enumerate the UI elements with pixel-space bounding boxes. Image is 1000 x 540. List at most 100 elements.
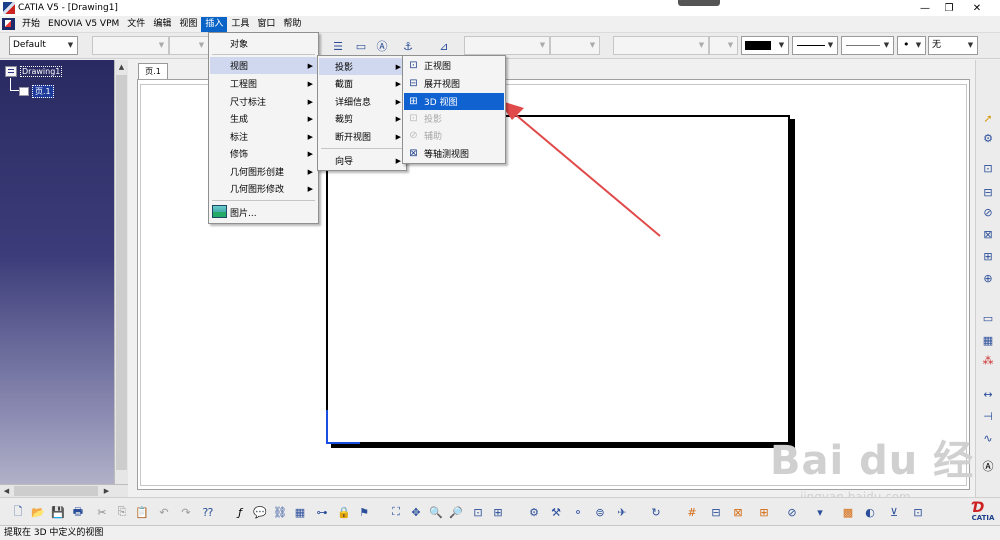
normal-view-icon[interactable]: ⊡: [470, 504, 486, 520]
comment-icon[interactable]: 💬: [252, 504, 268, 520]
balloon-icon[interactable]: ⚬: [570, 504, 586, 520]
grid-table-icon[interactable]: ▦: [292, 504, 308, 520]
menu-item-geometry-modification[interactable]: 几何图形修改 ▶: [210, 180, 317, 197]
view-wizard-icon[interactable]: ⊕: [980, 270, 996, 286]
dimension-icon[interactable]: ↔: [980, 386, 996, 402]
linetype-combo[interactable]: ▼: [792, 36, 838, 55]
menu-item-unfolded-view[interactable]: ⊟ 展开视图: [404, 75, 504, 92]
save-icon[interactable]: 💾: [50, 504, 66, 520]
hide-show-icon[interactable]: ◐: [862, 504, 878, 520]
detection-icon[interactable]: ⊞: [756, 504, 772, 520]
new-file-icon[interactable]: 🗋: [10, 504, 26, 520]
scroll-thumb[interactable]: [14, 486, 98, 496]
bill-of-material-icon[interactable]: ⊜: [592, 504, 608, 520]
menu-item-projection[interactable]: 投影 ▶: [319, 58, 405, 75]
menu-item-object[interactable]: 对象: [210, 35, 317, 52]
menu-window[interactable]: 窗口: [253, 17, 279, 32]
grid-icon[interactable]: #: [684, 504, 700, 520]
broken-view-icon[interactable]: ⊞: [980, 248, 996, 264]
color-fill-icon[interactable]: ▩: [840, 504, 856, 520]
menu-item-3d-view[interactable]: ⊞ 3D 视图: [404, 93, 504, 110]
precision-combo[interactable]: ▼: [613, 36, 709, 55]
menu-item-front-view[interactable]: ⊡ 正视图: [404, 57, 504, 74]
style-combo[interactable]: Default ▼: [9, 36, 78, 55]
menu-file[interactable]: 文件: [123, 17, 149, 32]
menu-insert[interactable]: 插入: [201, 16, 228, 32]
text-icon[interactable]: Ⓐ: [980, 458, 996, 474]
copy-icon[interactable]: ⎘: [114, 504, 130, 520]
dimension-tools-icon[interactable]: ⊣: [980, 408, 996, 424]
redo-icon[interactable]: ↷: [178, 504, 194, 520]
menu-item-projection-view[interactable]: ⊡ 投影: [404, 110, 504, 127]
tolerance-combo[interactable]: ▼: [550, 36, 600, 55]
tree-vertical-scrollbar[interactable]: ▲ ▼: [114, 60, 128, 497]
view-projection-icon[interactable]: ⊡: [980, 160, 996, 176]
scroll-thumb[interactable]: [116, 75, 127, 470]
rectangle-icon[interactable]: ▭: [980, 310, 996, 326]
pan-icon[interactable]: ✥: [408, 504, 424, 520]
close-button[interactable]: ✕: [962, 0, 992, 16]
lock-icon[interactable]: 🔒: [336, 504, 352, 520]
pattern-icon[interactable]: ⁂: [980, 352, 996, 368]
menu-view[interactable]: 视图: [175, 17, 201, 32]
text-frame-icon[interactable]: ▭: [353, 38, 369, 54]
paste-icon[interactable]: 📋: [134, 504, 150, 520]
menu-start[interactable]: 开始: [18, 17, 44, 32]
menu-item-clipping[interactable]: 裁剪 ▶: [319, 110, 405, 127]
menu-item-picture[interactable]: 图片...: [210, 204, 317, 221]
menu-enovia[interactable]: ENOVIA V5 VPM: [44, 17, 123, 32]
menu-item-generation[interactable]: 生成 ▶: [210, 110, 317, 127]
formula-icon[interactable]: ƒ: [232, 504, 248, 520]
menu-item-dressup[interactable]: 修饰 ▶: [210, 145, 317, 162]
menu-item-wizard[interactable]: 向导 ▶: [319, 152, 405, 169]
select-cursor-icon[interactable]: ➚: [980, 110, 996, 126]
align-icon[interactable]: ☰: [330, 38, 346, 54]
menu-item-view[interactable]: 视图 ▶: [210, 57, 317, 74]
menu-item-geometry-creation[interactable]: 几何图形创建 ▶: [210, 163, 317, 180]
menu-item-isometric-view[interactable]: ⊠ 等轴测视图: [404, 145, 504, 162]
scroll-up-icon[interactable]: ▲: [115, 60, 128, 73]
zoom-area-icon[interactable]: ⊞: [490, 504, 506, 520]
color-combo[interactable]: ▼: [741, 36, 789, 55]
lineweight-combo[interactable]: ▼: [841, 36, 894, 55]
menu-item-drawing[interactable]: 工程图 ▶: [210, 75, 317, 92]
properties-icon[interactable]: ⊡: [910, 504, 926, 520]
print-icon[interactable]: 🖶: [70, 504, 86, 520]
filter-icon[interactable]: ▾: [812, 504, 828, 520]
menu-item-details[interactable]: 详细信息 ▶: [319, 93, 405, 110]
dimension-style-icon[interactable]: ⊿: [436, 38, 452, 54]
point-style-combo[interactable]: • ▼: [897, 36, 926, 55]
tree-item-sheet[interactable]: 页.1: [19, 85, 54, 98]
menu-tools[interactable]: 工具: [227, 17, 253, 32]
menu-item-auxiliary-view[interactable]: ⊘ 辅助: [404, 127, 504, 144]
detail-view-icon[interactable]: ⊘: [980, 204, 996, 220]
menu-item-dimensioning[interactable]: 尺寸标注 ▶: [210, 93, 317, 110]
font-size-combo[interactable]: ▼: [169, 36, 209, 55]
menu-item-section[interactable]: 截面 ▶: [319, 75, 405, 92]
refresh-icon[interactable]: ↻: [648, 504, 664, 520]
text-border-icon[interactable]: Ⓐ: [374, 38, 390, 54]
undo-icon[interactable]: ↶: [156, 504, 172, 520]
maximize-button[interactable]: ❐: [934, 0, 964, 16]
update-icon[interactable]: ⚙: [526, 504, 542, 520]
menu-item-break-view[interactable]: 断开视图 ▶: [319, 128, 405, 145]
fit-all-icon[interactable]: ⛶: [388, 504, 404, 520]
sheet-tab[interactable]: 页.1: [138, 63, 168, 79]
anchor-icon[interactable]: ⚓: [400, 38, 416, 54]
network-icon[interactable]: ⊶: [314, 504, 330, 520]
dimension-display-icon[interactable]: ⊻: [886, 504, 902, 520]
scroll-left-icon[interactable]: ◀: [0, 485, 13, 497]
link-icon[interactable]: ⛓: [272, 504, 288, 520]
format-combo[interactable]: ▼: [709, 36, 738, 55]
zoom-out-icon[interactable]: 🔎: [448, 504, 464, 520]
whats-this-icon[interactable]: ⁇: [200, 504, 216, 520]
zoom-in-icon[interactable]: 🔍: [428, 504, 444, 520]
clipping-view-icon[interactable]: ⊠: [980, 226, 996, 242]
tolerance-icon[interactable]: ∿: [980, 430, 996, 446]
snap-icon[interactable]: ⊟: [708, 504, 724, 520]
dress-up-icon[interactable]: ✈: [614, 504, 630, 520]
sheet-analysis-icon[interactable]: ⚙: [980, 130, 996, 146]
menu-edit[interactable]: 编辑: [149, 17, 175, 32]
tree-root-drawing[interactable]: Drawing1: [5, 66, 63, 77]
font-combo[interactable]: ▼: [92, 36, 169, 55]
